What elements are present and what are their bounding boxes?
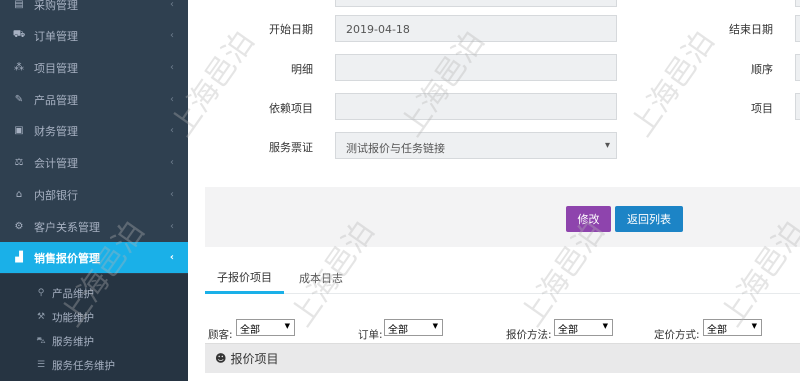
quote-method-filter-label: 报价方法: [506,329,552,341]
sidebar-item-label: 销售报价管理 [34,251,100,265]
top-field[interactable] [335,0,617,7]
chevron-left-icon: ‹ [170,0,174,10]
detail-label: 明细 [291,63,313,76]
sidebar-subitem-service-maintenance[interactable]: ⛍ 服务维护 [0,330,188,352]
sitemap-icon: ⁂ [14,62,24,73]
wrench-icon: ⚒ [36,312,46,322]
customer-filter-value: 全部 [240,325,260,336]
bar-chart-icon: ▟ [15,252,23,263]
end-date-field[interactable] [795,15,800,42]
tab-cost-log[interactable]: 成本日志 [287,262,355,294]
order-label: 顺序 [751,63,773,76]
bank-icon: ⌂ [15,189,23,200]
sidebar-item-crm[interactable]: ⚙ 客户关系管理 ‹ [0,211,188,242]
section-title: 报价项目 [230,352,279,366]
sidebar-subitem-label: 功能维护 [52,311,94,324]
sidebar-item-accounting[interactable]: ⚖ 会计管理 ‹ [0,147,188,178]
order-filter-select[interactable]: 全部 [384,319,443,336]
sidebar-item-label: 采购管理 [34,0,78,12]
sidebar-item-label: 会计管理 [34,156,78,170]
order-filter-label: 订单: [358,329,383,341]
sidebar-item-products[interactable]: ✎ 产品管理 ‹ [0,84,188,115]
sidebar-submenu: ⚲ 产品维护 ⚒ 功能维护 ⛍ 服务维护 ☰ 服务任务维护 [0,274,188,381]
sidebar-subitem-feature-maintenance[interactable]: ⚒ 功能维护 [0,306,188,328]
sidebar-subitem-label: 服务维护 [52,335,94,348]
customer-filter-select[interactable]: 全部 [236,319,295,336]
pricing-filter-select[interactable]: 全部 [703,319,762,336]
quote-items-section-header: ☻ 报价项目 [205,343,800,373]
sidebar-item-internal-bank[interactable]: ⌂ 内部银行 ‹ [0,179,188,210]
sidebar-item-label: 财务管理 [34,124,78,138]
order-filter-value: 全部 [388,325,408,336]
list-icon: ☰ [36,360,46,370]
chevron-left-icon: ‹ [170,125,174,136]
edit-icon: ✎ [14,94,24,105]
quote-method-filter-value: 全部 [558,325,578,336]
shopping-cart-icon: ⛟ [12,29,26,40]
depends-field[interactable] [335,93,617,120]
money-icon: ▣ [14,125,24,136]
sidebar-subitem-label: 产品维护 [52,287,94,300]
start-date-label: 开始日期 [269,23,313,36]
sidebar-item-label: 产品管理 [34,93,78,107]
voucher-label: 服务票证 [269,141,313,154]
sidebar-item-label: 内部银行 [34,188,78,202]
balance-icon: ⚖ [14,157,24,168]
sidebar-subitem-label: 服务任务维护 [52,359,115,372]
chevron-left-icon: ‹ [170,157,174,168]
chevron-left-icon: ‹ [170,221,174,232]
depends-label: 依赖项目 [269,102,313,115]
sidebar-item-orders[interactable]: ⛟ 订单管理 ‹ [0,20,188,51]
quote-method-filter-select[interactable]: 全部 [554,319,613,336]
pricing-filter-label: 定价方式: [654,329,700,341]
sidebar-item-sales-quote[interactable]: ▟ 销售报价管理 ‹ [0,242,188,273]
sidebar-item-finance[interactable]: ▣ 财务管理 ‹ [0,115,188,146]
sidebar-item-projects[interactable]: ⁂ 项目管理 ‹ [0,52,188,83]
tab-bar: 子报价项目 成本日志 [205,262,800,294]
sidebar-item-label: 项目管理 [34,61,78,75]
project-label: 项目 [751,102,773,115]
sidebar-item-purchase[interactable]: ▤ 采购管理 ‹ [0,0,188,20]
cart-icon: ▤ [14,0,24,10]
gears-icon: ⚙ [14,221,24,232]
sidebar-item-label: 订单管理 [34,29,78,43]
chevron-left-icon: ‹ [170,62,174,73]
customer-filter-label: 顾客: [208,329,233,341]
user-icon: ☻ [215,352,227,365]
car-icon: ⛍ [36,335,46,346]
chevron-left-icon: ‹ [170,30,174,41]
project-field[interactable] [795,93,800,120]
chevron-down-icon: ‹ [169,252,174,263]
main-content: 开始日期 2019-04-18 结束日期 明细 顺序 依赖项目 项目 服务票证 … [188,0,800,381]
pricing-filter-value: 全部 [707,325,727,336]
sidebar-subitem-product-maintenance[interactable]: ⚲ 产品维护 [0,282,188,304]
back-to-list-button[interactable]: 返回列表 [615,206,683,232]
end-date-label: 结束日期 [729,23,773,36]
sidebar-subitem-service-task-maintenance[interactable]: ☰ 服务任务维护 [0,354,188,376]
edit-button[interactable]: 修改 [566,206,611,232]
action-bar [205,187,800,247]
tab-sub-quote-items[interactable]: 子报价项目 [205,262,284,294]
sidebar: ▤ 采购管理 ‹ ⛟ 订单管理 ‹ ⁂ 项目管理 ‹ ✎ 产品管理 ‹ ▣ 财务… [0,0,188,381]
top-right-field[interactable] [795,0,800,7]
voucher-select[interactable]: 测试报价与任务链接 [335,132,617,159]
chevron-left-icon: ‹ [170,189,174,200]
start-date-field[interactable]: 2019-04-18 [335,15,617,42]
detail-field[interactable] [335,54,617,81]
chevron-left-icon: ‹ [170,94,174,105]
motorcycle-icon: ⚲ [37,288,45,298]
order-field[interactable] [795,54,800,81]
sidebar-item-label: 客户关系管理 [34,220,100,234]
